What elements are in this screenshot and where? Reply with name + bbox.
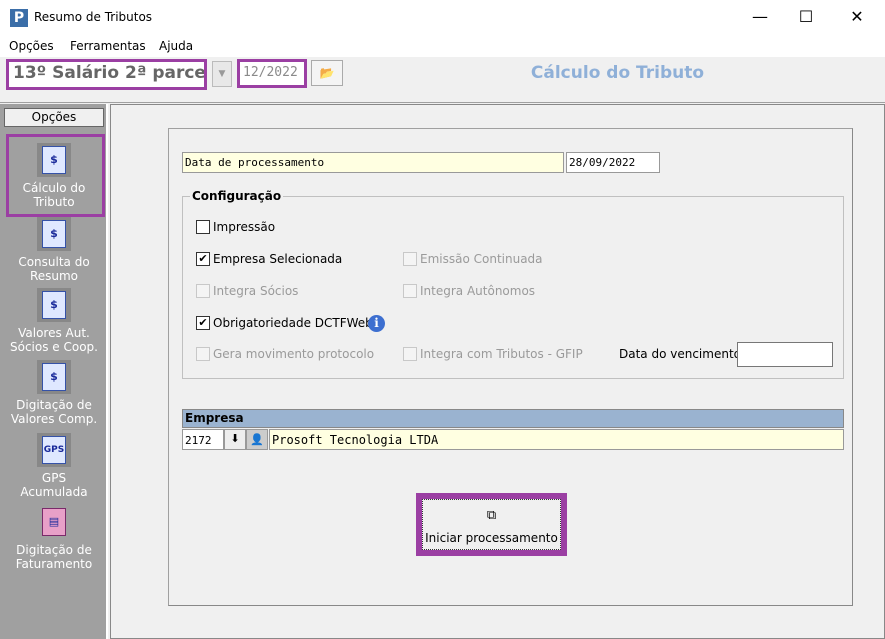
menu-opcoes[interactable]: Opções [9, 39, 54, 53]
sidebar-item-digitacao-faturamento[interactable]: ▤ Digitação de Faturamento [2, 505, 106, 571]
title-bar: P Resumo de Tributos — ☐ ✕ [0, 0, 885, 36]
company-code-input[interactable]: 2172 [182, 429, 224, 450]
checkbox[interactable] [196, 284, 210, 298]
sidebar-item-consulta-resumo[interactable]: $ Consulta do Resumo [2, 217, 106, 283]
sidebar-item-label: Faturamento [15, 557, 93, 571]
sidebar-item-label: Acumulada [20, 485, 88, 499]
calc-type-select[interactable]: 13º Salário 2ª parcela [6, 59, 207, 90]
start-processing-label: Iniciar processamento [425, 531, 558, 545]
checkbox-label: Empresa Selecionada [213, 252, 343, 266]
sidebar-item-digitacao-valores[interactable]: $ Digitação de Valores Comp. [2, 360, 106, 426]
checkbox[interactable] [196, 347, 210, 361]
checkbox-integra-socios[interactable]: Integra Sócios [196, 284, 298, 298]
info-icon[interactable]: i [368, 315, 385, 332]
checkbox[interactable] [403, 252, 417, 266]
checkbox-label: Gera movimento protocolo [213, 347, 375, 361]
company-search-icon[interactable]: 👤 [246, 429, 268, 450]
sidebar-header-button[interactable]: Opções [4, 108, 104, 127]
sidebar-item-label: Resumo [29, 269, 79, 283]
checkbox-impressao[interactable]: Impressão [196, 220, 275, 234]
checkbox-obrigatoriedade-dctfweb[interactable]: ✔ Obrigatoriedade DCTFWeb [196, 316, 373, 330]
due-date-input[interactable] [737, 342, 833, 367]
menu-ajuda[interactable]: Ajuda [159, 39, 193, 53]
sidebar-item-label: Sócios e Coop. [10, 340, 98, 354]
minimize-button[interactable]: — [737, 0, 783, 34]
app-icon: P [10, 9, 28, 27]
laptop-icon: ▤ [37, 505, 71, 539]
checkbox-label: Integra Sócios [213, 284, 299, 298]
edit-values-icon: $ [37, 360, 71, 394]
sidebar-item-label: Valores Comp. [10, 412, 98, 426]
sidebar-item-label: Consulta do [18, 255, 90, 269]
checkbox-empresa-selecionada[interactable]: ✔ Empresa Selecionada [196, 252, 342, 266]
page-title: Cálculo do Tributo [530, 63, 705, 83]
computer-icon: $ [37, 217, 71, 251]
checkbox-label: Emissão Continuada [420, 252, 543, 266]
menu-bar: Opções Ferramentas Ajuda [0, 36, 885, 57]
folder-open-icon: 📂 [319, 66, 335, 80]
checkbox-label: Impressão [213, 220, 276, 234]
start-processing-button[interactable]: ⧉ Iniciar processamento [422, 499, 561, 550]
window-title: Resumo de Tributos [34, 10, 153, 24]
checkbox-integra-gfip[interactable]: Integra com Tributos - GFIP [403, 347, 583, 361]
gps-doc-icon: GPS [37, 433, 71, 467]
selected-item-highlight [6, 134, 105, 217]
sidebar-item-label: Digitação de [16, 398, 92, 412]
checkbox[interactable] [196, 220, 210, 234]
checkbox-label: Obrigatoriedade DCTFWeb [213, 316, 373, 330]
open-folder-button[interactable]: 📂 [311, 60, 343, 86]
menu-ferramentas[interactable]: Ferramentas [70, 39, 146, 53]
sidebar-item-valores-socios[interactable]: $ Valores Aut. Sócios e Coop. [2, 288, 106, 354]
checkbox-label: Integra com Tributos - GFIP [420, 347, 583, 361]
partners-icon: $ [37, 288, 71, 322]
checkbox-label: Integra Autônomos [420, 284, 536, 298]
copy-documents-icon: ⧉ [486, 508, 497, 523]
company-name-field: Prosoft Tecnologia LTDA [269, 429, 844, 450]
checkbox-gera-movimento[interactable]: Gera movimento protocolo [196, 347, 374, 361]
period-input[interactable]: 12/2022 [237, 59, 307, 88]
processing-date-input[interactable]: 28/09/2022 [566, 152, 660, 173]
download-icon[interactable]: ⬇ [224, 429, 246, 450]
chevron-down-icon[interactable]: ▼ [212, 61, 232, 87]
checkbox[interactable] [403, 347, 417, 361]
processing-date-label: Data de processamento [182, 152, 564, 173]
due-date-label: Data do vencimento [619, 347, 741, 361]
check-icon[interactable]: ✔ [196, 316, 210, 330]
close-button[interactable]: ✕ [834, 0, 880, 34]
config-group-title: Configuração [190, 189, 284, 203]
sidebar-item-label: GPS [41, 471, 67, 485]
checkbox-integra-autonomos[interactable]: Integra Autônomos [403, 284, 535, 298]
check-icon[interactable]: ✔ [196, 252, 210, 266]
checkbox-emissao-continuada[interactable]: Emissão Continuada [403, 252, 543, 266]
maximize-button[interactable]: ☐ [783, 0, 829, 34]
company-header: Empresa [182, 409, 844, 428]
sidebar-item-label: Digitação de [16, 543, 92, 557]
sidebar-item-gps-acumulada[interactable]: GPS GPS Acumulada [2, 433, 106, 499]
checkbox[interactable] [403, 284, 417, 298]
sidebar-item-label: Valores Aut. [18, 326, 90, 340]
